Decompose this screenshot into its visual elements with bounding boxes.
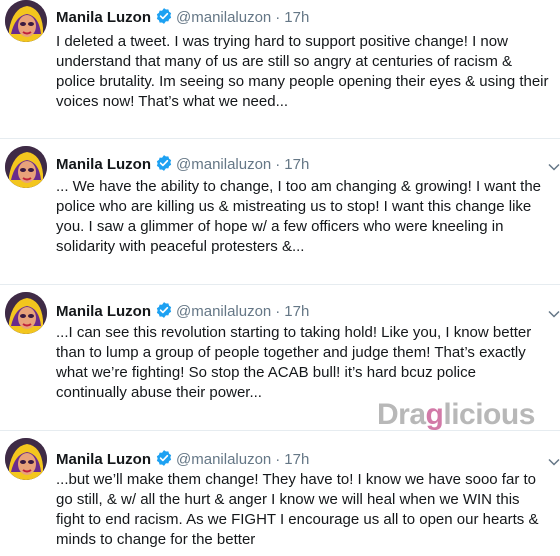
author-name[interactable]: Manila Luzon xyxy=(56,156,151,173)
avatar-image xyxy=(5,146,47,188)
separator: · xyxy=(275,451,281,468)
author-handle[interactable]: @manilaluzon xyxy=(176,156,271,173)
timestamp[interactable]: 17h xyxy=(284,451,309,468)
chevron-down-icon[interactable] xyxy=(548,453,560,471)
watermark-logo: Draglicious xyxy=(377,398,535,432)
author-handle[interactable]: @manilaluzon xyxy=(176,451,271,468)
watermark-part: licious xyxy=(443,398,535,431)
watermark-part: g xyxy=(425,398,444,431)
avatar-image xyxy=(5,438,47,480)
tweet-header: Manila Luzon @manilaluzon · 17h xyxy=(56,449,309,469)
chevron-down-icon[interactable] xyxy=(548,158,560,176)
watermark-part: Dra xyxy=(377,398,426,431)
author-handle[interactable]: @manilaluzon xyxy=(176,303,271,320)
avatar-image xyxy=(5,292,47,334)
author-name[interactable]: Manila Luzon xyxy=(56,451,151,468)
tweet-header: Manila Luzon @manilaluzon · 17h xyxy=(56,301,309,321)
tweet-header: Manila Luzon @manilaluzon · 17h xyxy=(56,7,309,27)
avatar-image xyxy=(5,0,47,42)
avatar[interactable] xyxy=(5,0,47,42)
verified-badge-icon xyxy=(155,154,173,178)
separator: · xyxy=(275,303,281,320)
tweet[interactable]: Manila Luzon @manilaluzon · 17h ... We have… xyxy=(0,146,560,286)
verified-badge-icon xyxy=(155,301,173,325)
timestamp[interactable]: 17h xyxy=(284,9,309,26)
verified-badge-icon xyxy=(155,7,173,31)
tweet[interactable]: Manila Luzon @manilaluzon · 17h ...but we’l… xyxy=(0,438,560,556)
divider xyxy=(0,138,560,139)
author-name[interactable]: Manila Luzon xyxy=(56,9,151,26)
tweet-text: ...but we’ll make them change! They have… xyxy=(56,471,539,548)
author-handle[interactable]: @manilaluzon xyxy=(176,9,271,26)
tweet-text: I deleted a tweet. I was trying hard to … xyxy=(56,33,549,110)
tweet-text: ...I can see this revolution starting to… xyxy=(56,324,532,401)
avatar[interactable] xyxy=(5,146,47,188)
separator: · xyxy=(275,9,281,26)
divider xyxy=(0,284,560,285)
separator: · xyxy=(275,156,281,173)
tweet-text: ... We have the ability to change, I too… xyxy=(56,178,542,255)
author-name[interactable]: Manila Luzon xyxy=(56,303,151,320)
tweet-header: Manila Luzon @manilaluzon · 17h xyxy=(56,154,309,174)
timestamp[interactable]: 17h xyxy=(284,303,309,320)
avatar[interactable] xyxy=(5,292,47,334)
chevron-down-icon[interactable] xyxy=(548,305,560,323)
avatar[interactable] xyxy=(5,438,47,480)
tweet[interactable]: Manila Luzon @manilaluzon · 17h I deleted a… xyxy=(0,0,560,140)
timestamp[interactable]: 17h xyxy=(284,156,309,173)
